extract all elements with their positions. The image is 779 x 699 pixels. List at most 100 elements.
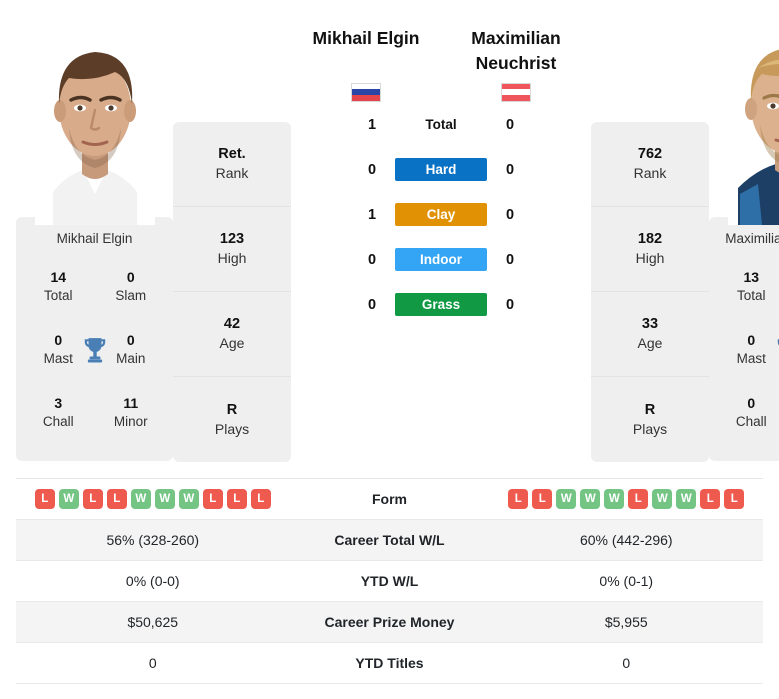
surface-badge-grass[interactable]: Grass — [395, 293, 487, 317]
h2h-row-hard: 0 Hard 0 — [361, 158, 521, 182]
left-card-player-name: Mikhail Elgin — [56, 231, 133, 246]
h2h-total-left: 1 — [367, 116, 377, 133]
left-player-name[interactable]: Mikhail Elgin — [291, 26, 441, 77]
right-titles-mast-value: 0 — [747, 332, 756, 349]
right-plays-value: R — [644, 401, 656, 418]
h2h-hard-right: 0 — [505, 161, 515, 178]
right-player-name-line2: Neuchrist — [475, 53, 557, 74]
left-age-value: 42 — [223, 316, 241, 333]
player-comparison-page: Mikhail Elgin 14 Total 0 Slam 0 Mast 0 M… — [0, 0, 779, 699]
left-career-prize-money: $50,625 — [127, 614, 179, 630]
right-titles-grid: 13 Total 0 Slam 0 Mast 0 Main — [715, 268, 779, 431]
surface-badge-hard[interactable]: Hard — [395, 158, 487, 182]
form-badge-loss[interactable]: L — [508, 489, 529, 509]
left-plays-label: Plays — [214, 420, 250, 437]
form-badge-loss[interactable]: L — [532, 489, 553, 509]
form-badge-win[interactable]: W — [130, 489, 151, 509]
right-player-photo — [709, 8, 779, 225]
player-names-row: Mikhail Elgin Maximilian Neuchrist — [291, 26, 591, 77]
h2h-total-label: Total — [425, 117, 457, 133]
left-high-value: 123 — [219, 231, 245, 248]
left-titles-slam-value: 0 — [126, 269, 135, 285]
right-career-total-wl: 60% (442-296) — [579, 532, 673, 548]
left-titles-chall-value: 3 — [54, 395, 63, 412]
right-rank-cell-plays: R Plays — [591, 377, 709, 462]
right-ranking-card: 762 Rank 182 High 33 Age R Plays — [591, 122, 709, 462]
right-career-prize-money: $5,955 — [604, 614, 648, 630]
right-rank-value: 762 — [637, 146, 663, 163]
right-age-value: 33 — [641, 316, 659, 333]
left-rank-cell-plays: R Plays — [173, 377, 291, 462]
h2h-hard-left: 0 — [367, 161, 377, 178]
row-label-career-total-wl: Career Total W/L — [334, 532, 445, 548]
left-titles-slam: 0 Slam — [95, 268, 168, 305]
form-badge-loss[interactable]: L — [226, 489, 247, 509]
right-form-strip: LLWWWLWWLL — [508, 489, 745, 509]
left-rank-cell-high: 123 High — [173, 207, 291, 292]
form-badge-win[interactable]: W — [652, 489, 673, 509]
surface-badge-indoor[interactable]: Indoor — [395, 248, 487, 272]
right-titles-mast-label: Mast — [736, 351, 766, 366]
form-badge-loss[interactable]: L — [250, 489, 271, 509]
left-ytd-titles: 0 — [148, 655, 157, 671]
head-to-head-column: Mikhail Elgin Maximilian Neuchrist 1 Tot… — [291, 0, 591, 317]
form-badge-loss[interactable]: L — [34, 489, 55, 509]
left-titles-slam-label: Slam — [115, 287, 147, 303]
form-badge-win[interactable]: W — [556, 489, 577, 509]
table-row-form: LWLLWWWLLL Form LLWWWLWWLL — [16, 479, 763, 520]
left-ytd-wl: 0% (0-0) — [125, 573, 180, 589]
left-player-photo — [16, 8, 173, 225]
player-flags-row — [291, 82, 591, 102]
left-titles-total-label: Total — [43, 287, 73, 303]
right-player-name[interactable]: Maximilian Neuchrist — [441, 26, 591, 77]
left-career-total-wl: 56% (328-260) — [106, 532, 200, 548]
form-badge-win[interactable]: W — [154, 489, 175, 509]
form-badge-win[interactable]: W — [580, 489, 601, 509]
form-badge-loss[interactable]: L — [202, 489, 223, 509]
table-row: $50,625 Career Prize Money $5,955 — [16, 602, 763, 643]
h2h-clay-right: 0 — [505, 206, 515, 223]
form-badge-loss[interactable]: L — [628, 489, 649, 509]
right-ytd-wl: 0% (0-1) — [599, 573, 654, 589]
h2h-row-grass: 0 Grass 0 — [361, 293, 521, 317]
left-form-strip: LWLLWWWLLL — [34, 489, 271, 509]
trophy-icon — [775, 336, 779, 364]
form-badge-loss[interactable]: L — [700, 489, 721, 509]
left-titles-grid: 14 Total 0 Slam 0 Mast 0 Main 3 Chall 11… — [22, 268, 167, 431]
h2h-indoor-left: 0 — [367, 251, 377, 268]
table-row: 0 YTD Titles 0 — [16, 643, 763, 684]
right-high-label: High — [635, 250, 665, 267]
right-career-titles-card: Maximilian Neuchrist 13 Total 0 Slam 0 M… — [709, 217, 779, 461]
left-form-cell: LWLLWWWLLL — [16, 489, 290, 509]
right-player-column: Maximilian Neuchrist 13 Total 0 Slam 0 M… — [709, 0, 779, 461]
form-badge-loss[interactable]: L — [82, 489, 103, 509]
right-form-cell: LLWWWLWWLL — [490, 489, 764, 509]
right-plays-label: Plays — [632, 420, 668, 437]
row-label-form: Form — [372, 491, 407, 507]
form-badge-loss[interactable]: L — [106, 489, 127, 509]
row-label-ytd-wl: YTD W/L — [360, 573, 419, 589]
left-player-column: Mikhail Elgin 14 Total 0 Slam 0 Mast 0 M… — [16, 0, 173, 461]
h2h-row-indoor: 0 Indoor 0 — [361, 248, 521, 272]
form-badge-win[interactable]: W — [178, 489, 199, 509]
form-badge-win[interactable]: W — [604, 489, 625, 509]
russia-flag-icon — [351, 82, 381, 102]
right-high-value: 182 — [637, 231, 663, 248]
left-rank-label: Rank — [215, 165, 249, 182]
left-high-label: High — [217, 250, 247, 267]
h2h-total-right: 0 — [505, 116, 515, 133]
form-badge-loss[interactable]: L — [724, 489, 745, 509]
right-rank-cell-high: 182 High — [591, 207, 709, 292]
row-label-career-prize-money: Career Prize Money — [324, 614, 455, 630]
right-rank-label: Rank — [633, 165, 667, 182]
trophy-icon — [82, 336, 108, 364]
form-badge-win[interactable]: W — [58, 489, 79, 509]
row-label-ytd-titles: YTD Titles — [355, 655, 424, 671]
left-titles-minor: 11 Minor — [95, 394, 168, 431]
form-badge-win[interactable]: W — [676, 489, 697, 509]
left-titles-total-value: 14 — [50, 269, 67, 285]
left-rank-value: Ret. — [218, 146, 246, 163]
right-card-player-name: Maximilian Neuchrist — [725, 231, 779, 246]
right-titles-chall: 0 Chall — [715, 394, 779, 431]
surface-badge-clay[interactable]: Clay — [395, 203, 487, 227]
